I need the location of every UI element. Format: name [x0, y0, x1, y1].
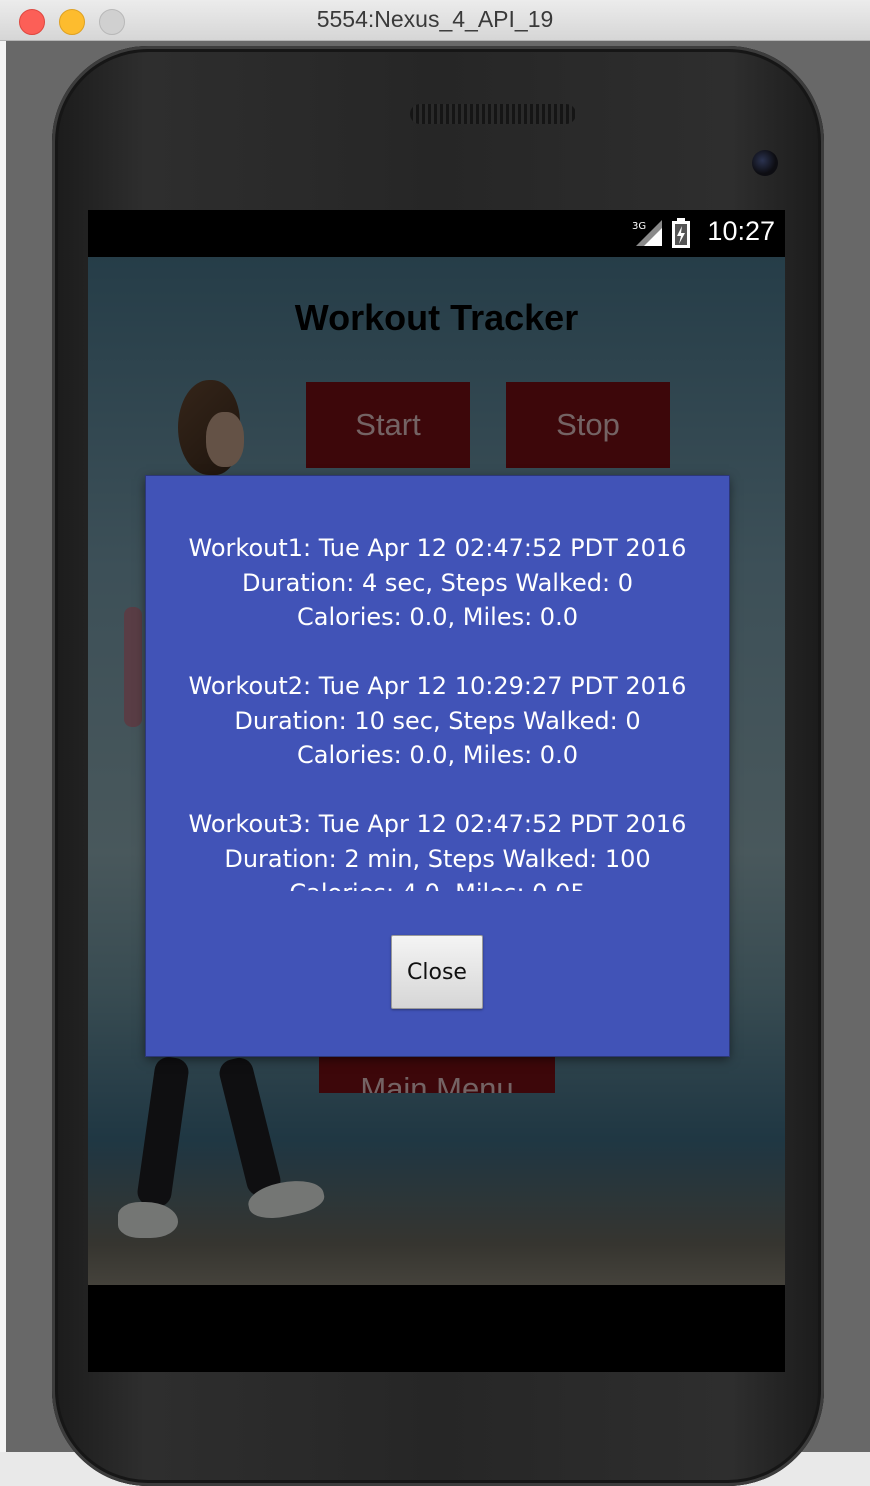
network-type-label: 3G — [632, 221, 646, 232]
close-button[interactable]: Close — [391, 935, 483, 1009]
workout-header: Workout2: Tue Apr 12 10:29:27 PDT 2016 — [188, 672, 687, 700]
status-clock: 10:27 — [707, 216, 775, 246]
workout-duration-steps: Duration: 4 sec, Steps Walked: 0 — [242, 568, 633, 597]
battery-icon — [672, 218, 690, 248]
front-camera-icon — [752, 150, 778, 176]
workout-calories-miles: Calories: 0.0, Miles: 0.0 — [297, 603, 578, 631]
workout-list[interactable]: Workout1: Tue Apr 12 02:47:52 PDT 2016 D… — [146, 531, 729, 891]
workout-calories-miles: Calories: 0.0, Miles: 0.0 — [297, 741, 578, 769]
workout-history-dialog: Workout1: Tue Apr 12 02:47:52 PDT 2016 D… — [146, 476, 729, 1056]
background-window-edge — [0, 41, 6, 1452]
status-bar: 3G 10:27 — [88, 210, 785, 257]
signal-3g-icon: 3G — [632, 220, 662, 246]
workout-entry: Workout3: Tue Apr 12 02:47:52 PDT 2016 D… — [146, 807, 729, 891]
emulator-window: 5554:Nexus_4_API_19 3G 10:27 Workout1: T… — [0, 0, 870, 1486]
workout-duration-steps: Duration: 2 min, Steps Walked: 100 — [224, 844, 651, 873]
workout-header: Workout3: Tue Apr 12 02:47:52 PDT 2016 — [188, 810, 687, 838]
window-title: 5554:Nexus_4_API_19 — [316, 6, 554, 32]
earpiece-speaker — [410, 104, 576, 124]
workout-calories-miles: Calories: 4.0, Miles: 0.05 — [146, 876, 729, 891]
navigation-bar-area — [88, 1285, 785, 1372]
workout-duration-steps: Duration: 10 sec, Steps Walked: 0 — [234, 706, 641, 735]
window-titlebar[interactable]: 5554:Nexus_4_API_19 — [0, 0, 870, 41]
workout-header: Workout1: Tue Apr 12 02:47:52 PDT 2016 — [188, 534, 687, 562]
workout-entry: Workout2: Tue Apr 12 10:29:27 PDT 2016 D… — [146, 669, 729, 773]
workout-entry: Workout1: Tue Apr 12 02:47:52 PDT 2016 D… — [146, 531, 729, 635]
